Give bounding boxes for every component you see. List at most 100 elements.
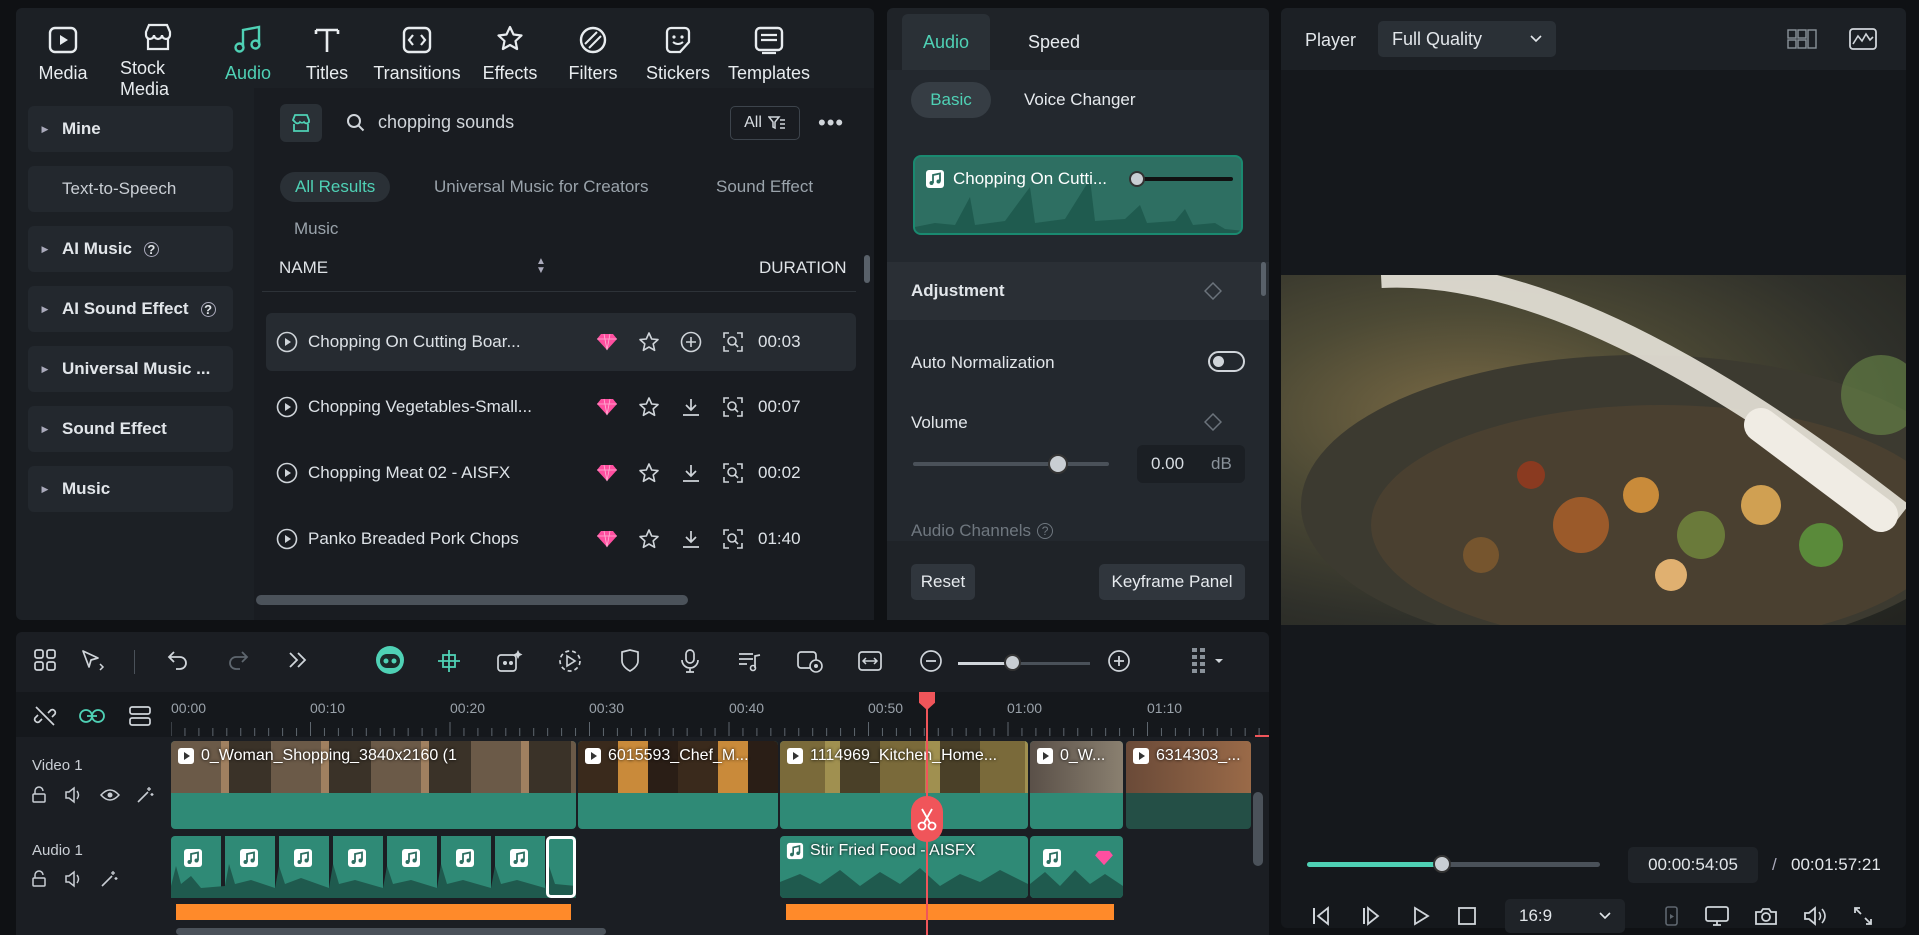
grid-layout-icon[interactable] <box>1787 28 1817 50</box>
favorite-star-icon[interactable] <box>628 396 670 418</box>
magic-wand-icon[interactable] <box>100 870 118 888</box>
list-item[interactable]: Chopping Vegetables-Small... 00:07 <box>266 378 856 436</box>
column-header-duration[interactable]: DURATION <box>759 258 847 278</box>
chip-all-results[interactable]: All Results <box>280 172 391 202</box>
search-input[interactable]: chopping sounds <box>378 112 678 133</box>
play-icon[interactable] <box>266 462 308 484</box>
audio-list-icon[interactable] <box>736 648 762 674</box>
tab-media[interactable]: Media <box>16 8 110 84</box>
sidebar-item-universal-music[interactable]: ▶ Universal Music ... <box>28 346 233 392</box>
results-horizontal-scrollbar[interactable] <box>256 595 688 605</box>
clip-waveform-card[interactable]: Chopping On Cutti... <box>913 155 1243 235</box>
volume-speaker-icon[interactable] <box>1802 905 1828 927</box>
track-manager-icon[interactable] <box>128 704 152 728</box>
speaker-icon[interactable] <box>64 870 84 888</box>
subtab-voice-changer[interactable]: Voice Changer <box>1024 90 1136 110</box>
sidebar-item-music[interactable]: ▶ Music <box>28 466 233 512</box>
sidebar-item-sound-effect[interactable]: ▶ Sound Effect <box>28 406 233 452</box>
video-clip[interactable]: 6314303_... <box>1126 741 1251 829</box>
mask-shield-icon[interactable] <box>618 648 642 674</box>
tab-audio[interactable]: Audio <box>206 8 290 84</box>
video-preview[interactable] <box>1281 275 1906 625</box>
ai-mate-icon[interactable] <box>374 644 406 676</box>
list-item[interactable]: Panko Breaded Pork Chops 01:40 <box>266 510 856 568</box>
list-item[interactable]: Chopping Meat 02 - AISFX 00:02 <box>266 444 856 502</box>
filter-dropdown[interactable]: All <box>730 106 800 140</box>
help-icon[interactable]: ? <box>143 241 159 257</box>
tab-stickers[interactable]: Stickers <box>636 8 720 84</box>
stop-icon[interactable] <box>1456 905 1478 927</box>
timeline-settings-grip-icon[interactable] <box>1190 646 1226 676</box>
lock-icon[interactable] <box>30 786 48 804</box>
download-icon[interactable] <box>670 396 712 418</box>
more-options-icon[interactable]: ••• <box>818 110 844 136</box>
favorite-star-icon[interactable] <box>628 331 670 353</box>
speaker-icon[interactable] <box>64 786 84 804</box>
tab-audio-props[interactable]: Audio <box>902 14 990 70</box>
playback-handle[interactable] <box>1432 855 1451 873</box>
aspect-ratio-dropdown[interactable]: 16:9 <box>1505 899 1625 933</box>
clip-volume-track[interactable] <box>1137 177 1233 181</box>
keyframe-diamond-icon[interactable] <box>1204 282 1222 300</box>
store-button[interactable] <box>280 104 322 142</box>
download-icon[interactable] <box>670 462 712 484</box>
sidebar-item-ai-music[interactable]: ▶ AI Music? <box>28 226 233 272</box>
current-time[interactable]: 00:00:54:05 <box>1628 847 1758 883</box>
video-clip[interactable]: 0_Woman_Shopping_3840x2160 (1 <box>171 741 576 829</box>
preview-render-icon[interactable] <box>796 648 824 674</box>
list-item[interactable]: Chopping On Cutting Boar... 00:03 <box>266 313 856 371</box>
snap-magnet-icon[interactable] <box>436 648 462 674</box>
split-scissors-button[interactable] <box>911 796 943 842</box>
tab-effects[interactable]: Effects <box>470 8 550 84</box>
link-icon[interactable] <box>78 706 106 726</box>
tab-filters[interactable]: Filters <box>550 8 636 84</box>
help-icon[interactable]: ? <box>200 301 216 317</box>
chip-music[interactable]: Music <box>294 219 338 239</box>
props-scrollbar[interactable] <box>1261 262 1266 296</box>
video-clip[interactable]: 1114969_Kitchen_Home... <box>780 741 1028 829</box>
display-monitor-icon[interactable] <box>1704 905 1730 927</box>
lock-icon[interactable] <box>30 870 48 888</box>
sort-icon[interactable]: ▲ ▼ <box>536 257 546 276</box>
chip-sound-effect[interactable]: Sound Effect <box>716 177 813 197</box>
volume-slider-track[interactable] <box>913 462 1109 466</box>
undo-icon[interactable] <box>166 648 190 672</box>
keyframe-panel-button[interactable]: Keyframe Panel <box>1099 564 1245 600</box>
help-icon[interactable]: ? <box>1037 523 1054 539</box>
layout-grid-icon[interactable] <box>33 648 57 672</box>
quality-dropdown[interactable]: Full Quality <box>1378 21 1556 57</box>
favorite-star-icon[interactable] <box>628 528 670 550</box>
sidebar-item-text-to-speech[interactable]: Text-to-Speech <box>28 166 233 212</box>
volume-input[interactable]: 0.00 dB <box>1137 445 1245 483</box>
timeline-horizontal-scrollbar[interactable] <box>176 928 606 935</box>
timeline-vertical-scrollbar[interactable] <box>1253 792 1263 866</box>
scopes-icon[interactable] <box>1849 28 1877 50</box>
sidebar-item-ai-sound-effect[interactable]: ▶ AI Sound Effect? <box>28 286 233 332</box>
zoom-slider-track[interactable] <box>958 662 1090 665</box>
subtab-basic[interactable]: Basic <box>911 82 991 118</box>
play-icon[interactable] <box>1410 905 1432 927</box>
tab-stock-media[interactable]: Stock Media <box>110 8 206 99</box>
fit-timeline-icon[interactable] <box>857 648 883 674</box>
add-circle-icon[interactable] <box>670 331 712 353</box>
audio-clip-group[interactable] <box>171 836 576 898</box>
tab-speed[interactable]: Speed <box>1028 32 1080 53</box>
zoom-in-icon[interactable] <box>1106 648 1132 674</box>
results-scrollbar[interactable] <box>864 255 870 283</box>
download-icon[interactable] <box>670 528 712 550</box>
favorite-star-icon[interactable] <box>628 462 670 484</box>
auto-normalization-toggle[interactable] <box>1208 351 1245 372</box>
column-header-name[interactable]: NAME <box>279 258 328 278</box>
next-frame-icon[interactable] <box>1360 905 1382 927</box>
tab-templates[interactable]: Templates <box>720 8 818 84</box>
scan-preview-icon[interactable] <box>712 331 754 353</box>
volume-slider-handle[interactable] <box>1048 454 1069 474</box>
play-icon[interactable] <box>266 331 308 353</box>
more-tools-icon[interactable] <box>286 648 310 672</box>
keyframe-diamond-icon[interactable] <box>1204 413 1222 431</box>
chip-universal-music[interactable]: Universal Music for Creators <box>434 177 648 197</box>
play-icon[interactable] <box>266 528 308 550</box>
selected-audio-segment[interactable] <box>546 836 576 898</box>
ai-effects-icon[interactable] <box>496 648 524 674</box>
reset-button[interactable]: Reset <box>911 564 975 600</box>
